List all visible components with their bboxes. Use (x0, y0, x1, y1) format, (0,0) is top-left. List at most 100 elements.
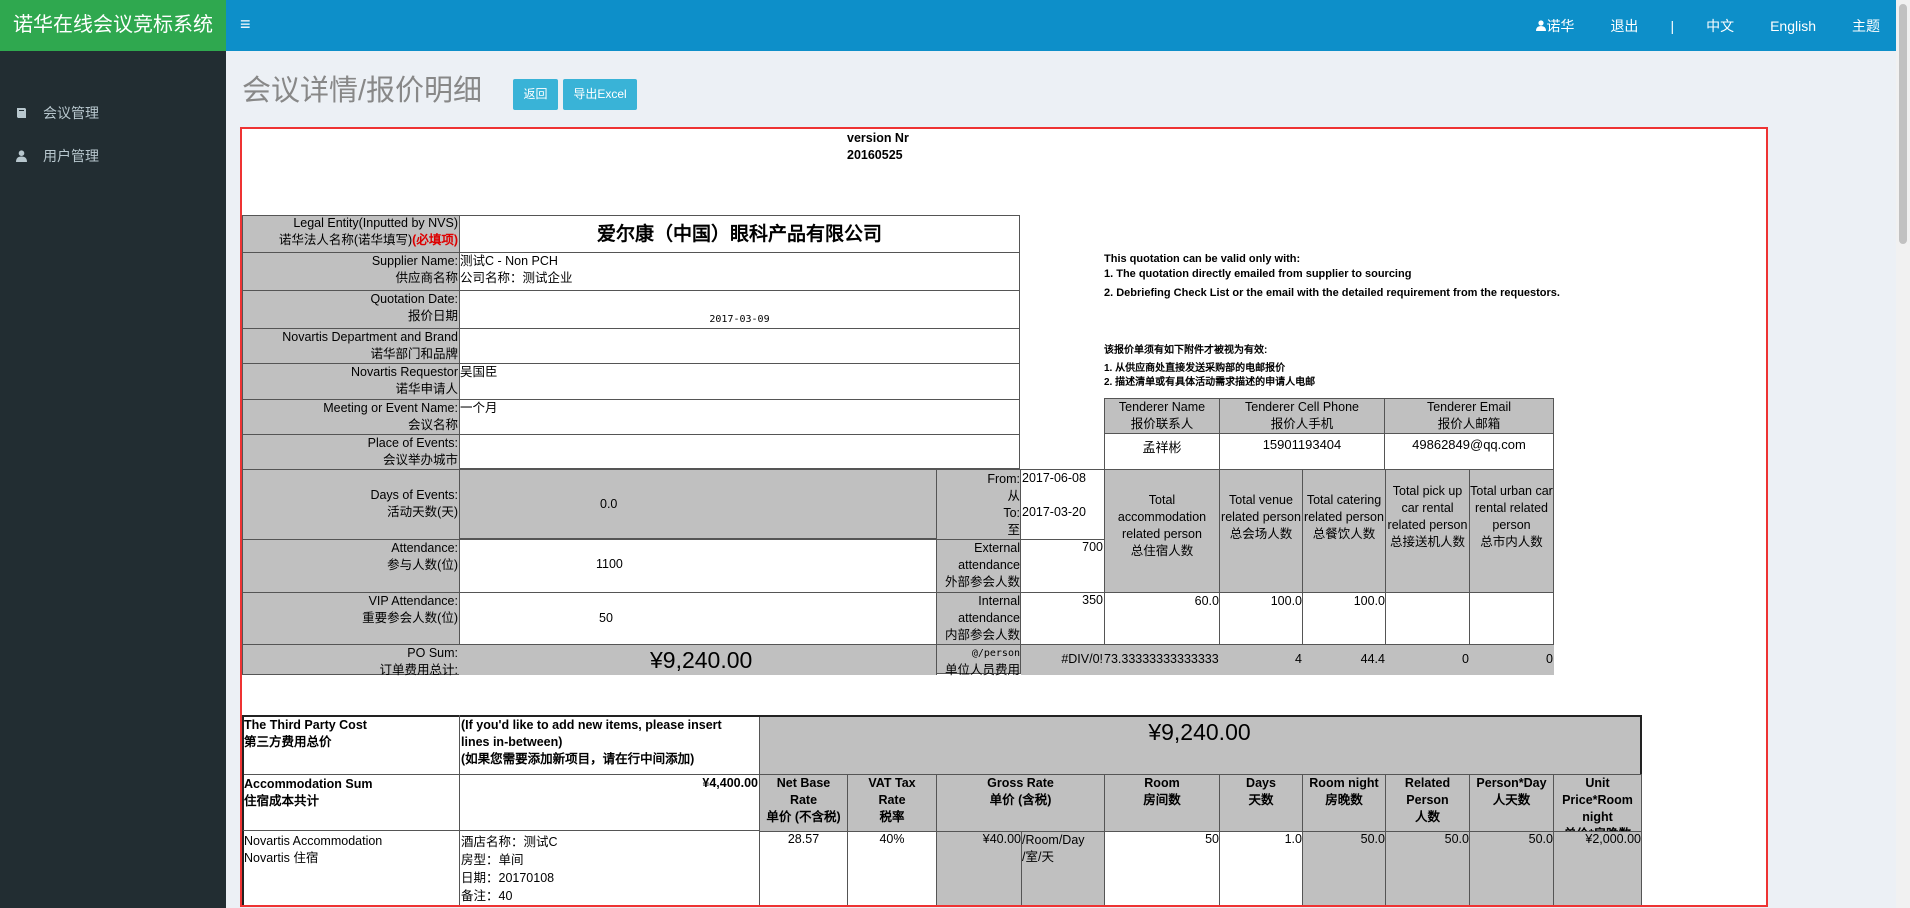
back-button[interactable]: 返回 (513, 79, 558, 110)
po-sum-value: ¥9,240.00 (650, 647, 753, 673)
lang-zh-link[interactable]: 中文 (1688, 16, 1752, 36)
row-net-rate: 28.57 (759, 831, 848, 905)
total-accommodation-header: Total accommodation related person 总住宿人数 (1104, 469, 1220, 593)
lang-en-link[interactable]: English (1752, 18, 1834, 34)
supplier-value: 测试C - Non PCH 公司名称：测试企业 (460, 254, 573, 285)
legal-entity-label: Legal Entity(Inputted by NVS) 诺华法人名称(诺华填写… (278, 216, 458, 247)
version-label: version Nr (847, 131, 909, 145)
urban-per-person: 0 (1546, 652, 1553, 666)
quotation-notes-en: This quotation can be valid only with: 1… (1104, 253, 1560, 299)
main-content: 会议详情/报价明细 返回 导出Excel version Nr 20160525… (226, 51, 1910, 908)
book-icon (17, 107, 26, 118)
quotation-sheet-frame: version Nr 20160525 Legal Entity(Inputte… (240, 127, 1768, 907)
row-person-day: 50.0 (1469, 831, 1554, 905)
third-party-label: The Third Party Cost 第三方费用总价 (244, 718, 367, 749)
logout-link[interactable]: 退出 (1592, 16, 1656, 36)
catering-per-person: 44.4 (1360, 652, 1385, 666)
theme-link[interactable]: 主题 (1834, 16, 1898, 36)
requestor-label: Novartis Requestor 诺华申请人 (351, 365, 458, 396)
tenderer-email-value: 49862849@qq.com (1384, 433, 1554, 470)
user-menu[interactable]: 诺华 (1518, 16, 1592, 36)
vat-rate-header: VAT Tax Rate 税率 (847, 774, 937, 832)
po-sum-label: PO Sum: 订单费用总计: (379, 646, 458, 677)
event-name-label: Meeting or Event Name: 会议名称 (323, 401, 458, 432)
vip-value: 50 (599, 611, 613, 625)
accommodation-sum-label: Accommodation Sum 住宿成本共计 (244, 777, 373, 808)
person-day-header: Person*Day 人天数 (1469, 774, 1554, 832)
to-label: To: 至 (1003, 506, 1020, 537)
to-value: 2017-03-20 (1022, 505, 1086, 519)
event-name-value: 一个月 (460, 401, 498, 415)
internal-label: Internal attendance 内部参会人数 (944, 594, 1020, 642)
tenderer-phone-header: Tenderer Cell Phone 报价人手机 (1219, 398, 1385, 434)
internal-value: 350 (1082, 593, 1103, 607)
row-vat-rate: 40% (847, 831, 937, 905)
tenderer-phone-value: 15901193404 (1219, 433, 1385, 470)
row-room-night: 50.0 (1302, 831, 1386, 905)
tenderer-name-header: Tenderer Name 报价联系人 (1104, 398, 1220, 434)
total-pickup-header: Total pick up car rental related person 总… (1385, 469, 1470, 593)
sidebar: 会议管理 用户管理 (0, 51, 226, 908)
venue-per-person: 4 (1295, 652, 1302, 666)
accommodation-row-label: Novartis Accommodation Novartis 住宿 (244, 834, 383, 865)
per-person-label: @/person 单位人员费用 (944, 648, 1020, 677)
sidebar-item-label: 会议管理 (43, 104, 99, 121)
top-nav: 诺华 退出 | 中文 English 主题 (1518, 0, 1898, 51)
department-label: Novartis Department and Brand 诺华部门和品牌 (282, 330, 458, 361)
sidebar-item-users[interactable]: 用户管理 (0, 134, 226, 177)
quote-date-label: Quotation Date: 报价日期 (370, 292, 458, 323)
related-person-header: Related Person 人数 (1385, 774, 1470, 832)
user-icon (1536, 19, 1547, 31)
row-related-person: 50.0 (1385, 831, 1470, 905)
user-icon (16, 149, 27, 162)
unit-price-header: Unit Price*Roomnight单价*房晚数 (1553, 774, 1642, 841)
total-urban-header: Total urban car rental related person 总市内… (1469, 469, 1554, 593)
accommodation-per-person: 73.33333333333333 (1104, 652, 1219, 666)
tenderer-name-value: 孟祥彬 (1104, 433, 1220, 470)
external-value: 700 (1082, 540, 1103, 554)
page-scrollbar[interactable] (1896, 0, 1910, 908)
accommodation-row-detail: 酒店名称：测试C 房型：单间 日期：20170108 备注：40 (461, 835, 558, 903)
external-label: External attendance 外部参会人数 (944, 541, 1020, 589)
export-excel-button[interactable]: 导出Excel (563, 79, 637, 110)
sidebar-item-meetings[interactable]: 会议管理 (0, 91, 226, 134)
net-rate-header: Net Base Rate 单价 (不含税) (759, 774, 848, 832)
gross-rate-header: Gross Rate 单价 (含税) (936, 774, 1105, 832)
accommodation-sum-value: ¥4,400.00 (702, 776, 758, 790)
row-gross-rate: ¥40.00 (936, 831, 1022, 905)
requestor-value: 吴国臣 (460, 365, 498, 379)
days-value: 0.0 (600, 497, 618, 511)
sidebar-item-label: 用户管理 (43, 147, 99, 164)
page-title: 会议详情/报价明细 (242, 75, 483, 107)
third-party-value: ¥9,240.00 (1148, 719, 1251, 745)
row-days: 1.0 (1219, 831, 1303, 905)
per-person-value: #DIV/0! (1061, 652, 1103, 666)
insert-note: (If you'd like to add new items, please … (461, 718, 722, 766)
legal-entity-value: 爱尔康（中国）眼科产品有限公司 (596, 224, 882, 245)
catering-internal: 100.0 (1353, 594, 1385, 608)
user-name: 诺华 (1546, 17, 1575, 34)
from-value: 2017-06-08 (1022, 471, 1086, 485)
version-value: 20160525 (847, 148, 903, 162)
menu-toggle-icon[interactable]: ≡ (240, 14, 251, 35)
top-bar: 诺华在线会议竞标系统 ≡ 诺华 退出 | 中文 English 主题 (0, 0, 1910, 51)
from-label: From: 从 (987, 472, 1020, 503)
tenderer-email-header: Tenderer Email 报价人邮箱 (1384, 398, 1554, 434)
attendance-label: Attendance: 参与人数(位) (387, 541, 458, 572)
pickup-per-person: 0 (1462, 652, 1469, 666)
row-unit: /Room/Day/室/天 (1021, 831, 1105, 905)
quotation-notes-cn: 该报价单须有如下附件才被视为有效: 1. 从供应商处直接发送采购部的电邮报价 2… (1104, 345, 1316, 388)
room-header: Room 房间数 (1104, 774, 1220, 832)
venue-internal: 100.0 (1270, 594, 1302, 608)
total-catering-header: Total catering related person 总餐饮人数 (1302, 469, 1386, 593)
row-unit-price: ¥2,000.00 (1553, 831, 1642, 905)
scrollbar-thumb[interactable] (1899, 4, 1907, 244)
accommodation-internal: 60.0 (1194, 594, 1219, 608)
app-brand[interactable]: 诺华在线会议竞标系统 (0, 0, 226, 51)
supplier-label: Supplier Name: 供应商名称 (371, 254, 458, 285)
days-label: Days of Events: 活动天数(天) (370, 488, 458, 519)
row-room: 50 (1104, 831, 1220, 905)
quote-date-value: 2017-03-09 (709, 314, 770, 325)
attendance-value: 1100 (596, 557, 623, 571)
days-header: Days 天数 (1219, 774, 1303, 832)
